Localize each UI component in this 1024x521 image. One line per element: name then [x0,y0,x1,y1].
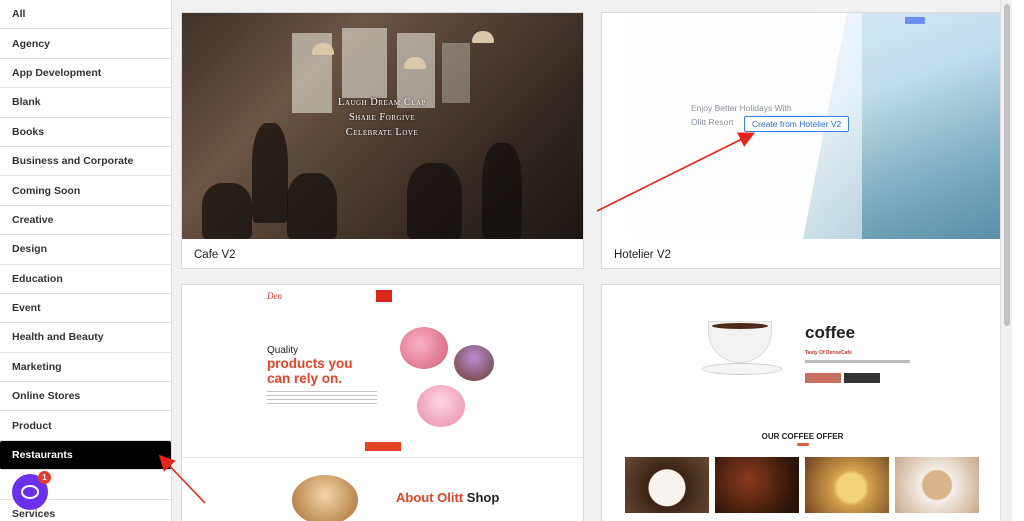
create-from-hotelier-v2-button[interactable]: Create from Hotelier V2 [744,116,850,132]
category-online-stores[interactable]: Online Stores [0,382,171,412]
template-card-coffee[interactable]: coffee Tasty Of DenseCafe OUR COFFEE OFF… [601,284,1004,521]
category-product[interactable]: Product [0,411,171,441]
den-preview-headline: products you can rely on. [267,356,353,386]
category-books[interactable]: Books [0,118,171,147]
template-preview-cafe-v2[interactable]: Laugh Dream Clap Share Forgive Celebrate… [182,13,583,239]
category-creative[interactable]: Creative [0,206,171,236]
template-name-hotelier-v2: Hotelier V2 [614,249,671,261]
coffee-preview-title: coffee [805,323,856,342]
category-app-development[interactable]: App Development [0,59,171,89]
category-marketing[interactable]: Marketing [0,353,171,383]
category-business-and-corporate[interactable]: Business and Corporate [0,147,171,177]
template-name-cafe-v2: Cafe V2 [194,249,236,261]
chat-notification-badge: 1 [38,471,51,484]
coffee-offer-heading: OUR COFFEE OFFER [761,432,844,441]
category-restaurants[interactable]: Restaurants [0,440,171,471]
main-scrollbar[interactable] [1000,0,1012,521]
template-preview-den[interactable]: Den Quality products you can rely on. Ab… [182,285,583,521]
category-blank[interactable]: Blank [0,88,171,118]
category-all[interactable]: All [0,0,171,30]
chat-bubble-icon [21,485,39,499]
den-logo: Den [267,291,282,301]
category-sidebar: All Agency App Development Blank Books B… [0,0,172,521]
coffee-preview-subtitle: Tasty Of DenseCafe [805,350,852,356]
den-about-heading: About Olitt Shop [396,490,500,505]
category-design[interactable]: Design [0,235,171,265]
template-preview-hotelier-v2[interactable]: Enjoy Better Holidays With Olitt Resort … [602,13,1003,239]
category-event[interactable]: Event [0,294,171,324]
cafe-preview-tagline: Laugh Dream Clap Share Forgive Celebrate… [338,97,426,138]
category-coming-soon[interactable]: Coming Soon [0,176,171,206]
template-card-cafe-v2[interactable]: Laugh Dream Clap Share Forgive Celebrate… [181,12,584,269]
template-card-hotelier-v2[interactable]: Enjoy Better Holidays With Olitt Resort … [601,12,1004,269]
den-preview-quality: Quality [267,345,299,356]
template-card-den[interactable]: Den Quality products you can rely on. Ab… [181,284,584,521]
category-education[interactable]: Education [0,265,171,294]
category-agency[interactable]: Agency [0,29,171,59]
template-gallery: Laugh Dream Clap Share Forgive Celebrate… [172,0,1012,521]
category-health-and-beauty[interactable]: Health and Beauty [0,323,171,353]
template-preview-coffee[interactable]: coffee Tasty Of DenseCafe OUR COFFEE OFF… [602,285,1003,521]
scrollbar-thumb[interactable] [1004,4,1010,326]
